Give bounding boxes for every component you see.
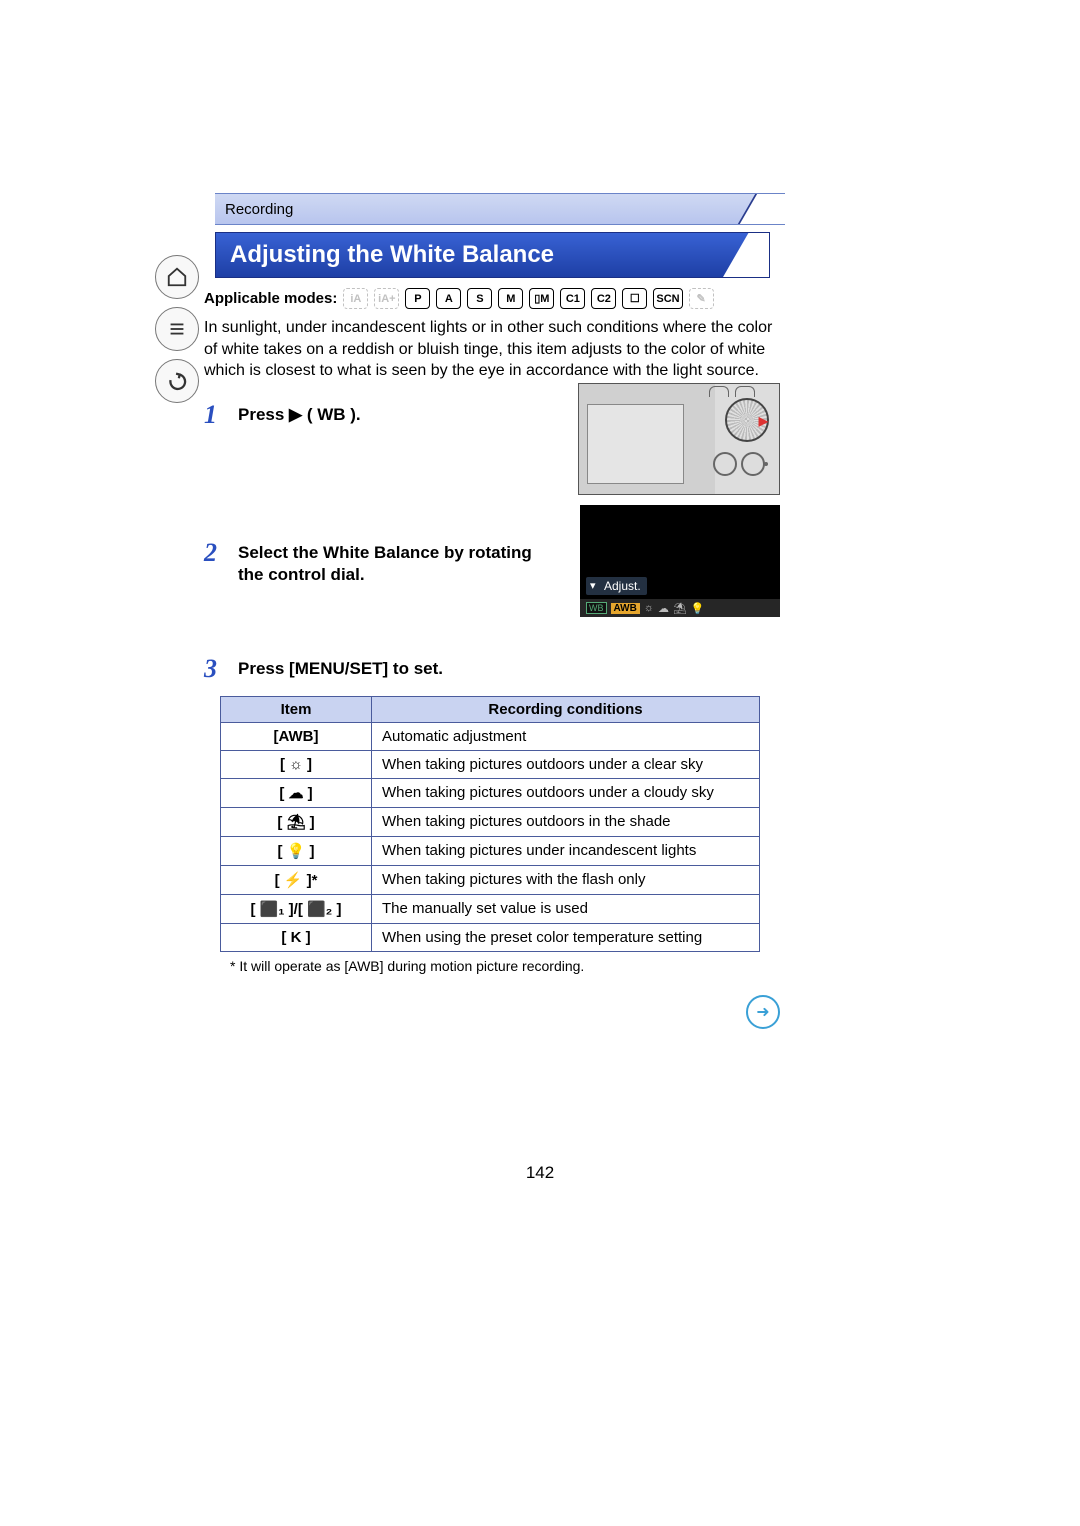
- step-number: 1: [204, 400, 224, 430]
- wb-table: Item Recording conditions [AWB]Automatic…: [220, 696, 760, 952]
- table-row: [ ☼ ]When taking pictures outdoors under…: [221, 750, 760, 778]
- step-text: Select the White Balance by rotating the…: [238, 538, 558, 586]
- applicable-modes-label: Applicable modes:: [204, 290, 337, 307]
- toc-icon[interactable]: [155, 307, 199, 351]
- mode-chip: ▯M: [529, 288, 554, 309]
- wb-option-icon: ☼: [644, 602, 654, 614]
- wb-selected: AWB: [611, 603, 640, 614]
- wb-option-icon: 💡: [691, 602, 705, 615]
- mode-chip: iA+: [374, 288, 399, 309]
- mode-chip: P: [405, 288, 430, 309]
- wb-option-row: WB AWB ☼ ☁ ⛱ 💡: [580, 599, 780, 617]
- step-number: 2: [204, 538, 224, 568]
- control-dial-icon: ▶: [725, 398, 769, 442]
- sidebar-nav: [155, 255, 205, 403]
- mode-chip: C1: [560, 288, 585, 309]
- page-body: Applicable modes: iA iA+ P A S M ▯M C1 C…: [200, 283, 780, 974]
- back-icon[interactable]: [155, 359, 199, 403]
- manual-page: Recording Adjusting the White Balance Ap…: [0, 0, 1080, 1526]
- home-icon[interactable]: [155, 255, 199, 299]
- lcd-preview: Adjust. WB AWB ☼ ☁ ⛱ 💡: [580, 505, 780, 617]
- mode-chip: C2: [591, 288, 616, 309]
- step-text: Press [MENU/SET] to set.: [238, 654, 443, 680]
- mode-chip: S: [467, 288, 492, 309]
- table-row: [ K ]When using the preset color tempera…: [221, 923, 760, 951]
- table-header-item: Item: [221, 696, 372, 722]
- table-row: [AWB]Automatic adjustment: [221, 722, 760, 750]
- breadcrumb: Recording: [225, 201, 293, 218]
- next-page-icon[interactable]: ➜: [746, 995, 780, 1029]
- step-text: Press ▶ ( WB ).: [238, 400, 361, 426]
- mode-chip: SCN: [653, 288, 682, 309]
- applicable-modes-row: Applicable modes: iA iA+ P A S M ▯M C1 C…: [200, 288, 780, 309]
- page-title: Adjusting the White Balance: [215, 232, 770, 278]
- page-title-text: Adjusting the White Balance: [230, 241, 554, 268]
- mode-chip: M: [498, 288, 523, 309]
- mode-chip: ☐: [622, 288, 647, 309]
- adjust-label: Adjust.: [586, 577, 647, 595]
- table-row: [ ☁ ]When taking pictures outdoors under…: [221, 778, 760, 807]
- wb-table-wrap: Item Recording conditions [AWB]Automatic…: [200, 696, 780, 974]
- wb-option-icon: ⛱: [673, 602, 687, 615]
- section-header: Recording: [215, 193, 785, 225]
- table-row: [ 💡 ]When taking pictures under incandes…: [221, 836, 760, 865]
- wb-tag: WB: [586, 602, 607, 614]
- footnote: * It will operate as [AWB] during motion…: [230, 958, 780, 974]
- camera-illustration: ▶: [578, 383, 780, 495]
- intro-paragraph: In sunlight, under incandescent lights o…: [200, 317, 780, 382]
- wb-option-icon: ☁: [658, 602, 669, 615]
- mode-chip: iA: [343, 288, 368, 309]
- mode-chip: A: [436, 288, 461, 309]
- table-row: [ ⛱ ]When taking pictures outdoors in th…: [221, 807, 760, 836]
- page-number: 142: [0, 1163, 1080, 1183]
- table-header-conditions: Recording conditions: [372, 696, 760, 722]
- step-number: 3: [204, 654, 224, 684]
- table-row: [ ⚡ ]*When taking pictures with the flas…: [221, 865, 760, 894]
- mode-chip: ✎: [689, 288, 714, 309]
- step-3: 3 Press [MENU/SET] to set.: [200, 654, 780, 684]
- table-row: [ ⬛₁ ]/[ ⬛₂ ]The manually set value is u…: [221, 894, 760, 923]
